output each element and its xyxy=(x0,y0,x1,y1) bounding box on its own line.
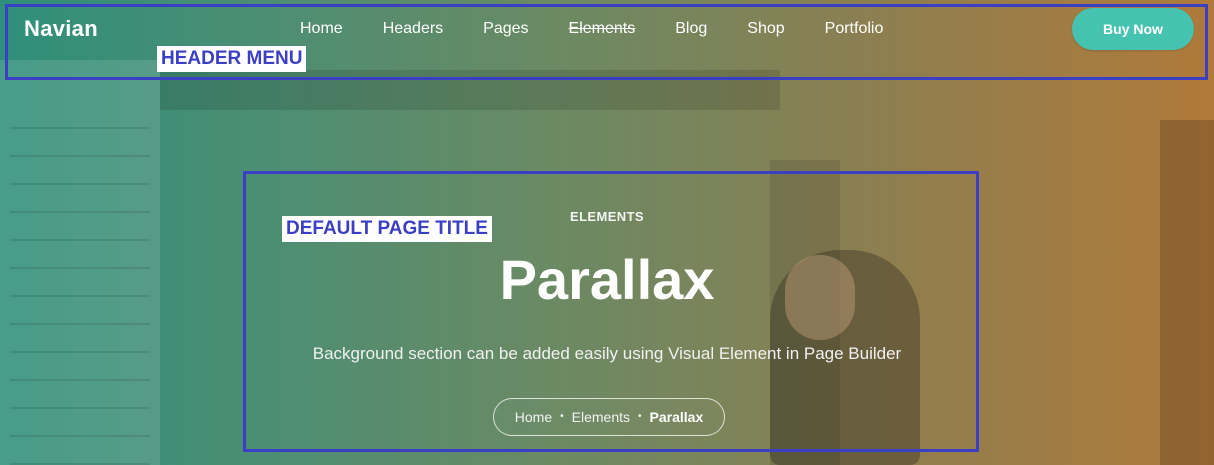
breadcrumb: Home • Elements • Parallax xyxy=(493,398,725,436)
breadcrumb-elements[interactable]: Elements xyxy=(572,409,630,425)
breadcrumb-separator: • xyxy=(638,411,642,422)
page-title: Parallax xyxy=(499,248,715,311)
breadcrumb-home[interactable]: Home xyxy=(515,409,552,425)
header-menu-annotation-label: HEADER MENU xyxy=(157,46,307,72)
hero-section: Navian Home Headers Pages Elements Blog … xyxy=(0,0,1214,465)
page-eyebrow: ELEMENTS xyxy=(570,209,644,224)
page-subtitle: Background section can be added easily u… xyxy=(312,344,902,363)
breadcrumb-current: Parallax xyxy=(649,409,704,425)
breadcrumb-separator: • xyxy=(560,411,564,422)
